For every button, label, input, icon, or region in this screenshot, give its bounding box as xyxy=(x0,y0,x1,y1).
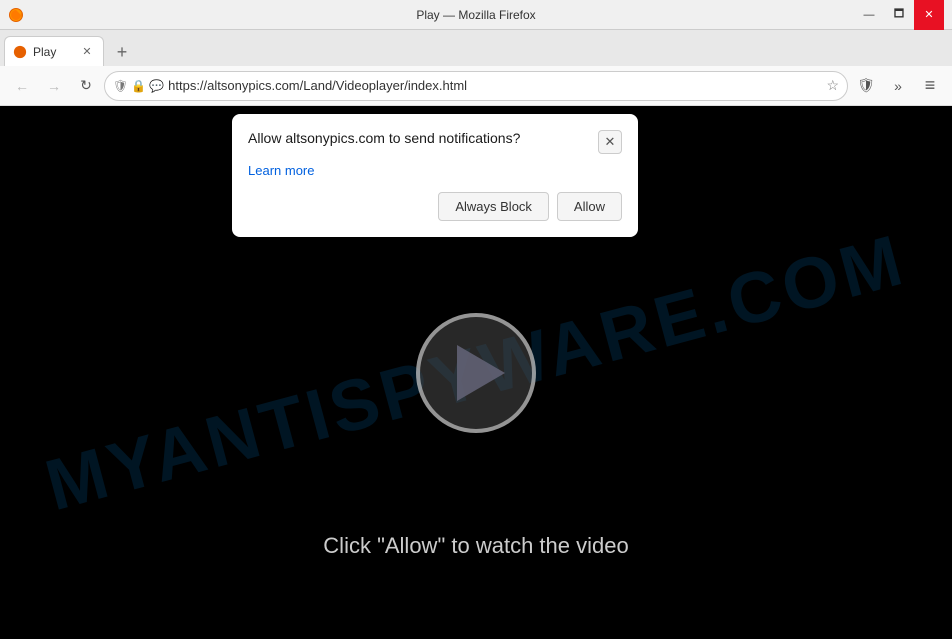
click-allow-instruction: Click "Allow" to watch the video xyxy=(323,533,628,559)
tab-close-button[interactable]: ✕ xyxy=(79,44,95,60)
address-input[interactable] xyxy=(168,78,822,93)
always-block-button[interactable]: Always Block xyxy=(438,192,549,221)
menu-button[interactable]: ≡ xyxy=(916,72,944,100)
navbar: ← → ↻ 🛡 🔒 💬 ☆ 🛡 » ≡ xyxy=(0,66,952,106)
address-bar-container: 🛡 🔒 💬 ☆ xyxy=(104,71,848,101)
popup-close-button[interactable]: ✕ xyxy=(598,130,622,154)
tab-favicon-icon xyxy=(13,45,27,59)
window-title: Play — Mozilla Firefox xyxy=(416,8,535,22)
popup-buttons: Always Block Allow xyxy=(248,192,622,221)
bookmark-star-icon[interactable]: ☆ xyxy=(826,77,839,94)
tab-title: Play xyxy=(33,45,73,59)
firefox-logo-icon xyxy=(8,7,24,23)
learn-more-link[interactable]: Learn more xyxy=(248,163,314,178)
play-button[interactable] xyxy=(416,313,536,433)
window-controls: — 🗖 ✕ xyxy=(854,0,944,30)
new-tab-button[interactable]: + xyxy=(108,38,136,66)
notification-permissions-icon: 💬 xyxy=(149,79,164,93)
close-button[interactable]: ✕ xyxy=(914,0,944,30)
popup-header: Allow altsonypics.com to send notificati… xyxy=(248,130,622,154)
shield-icon: 🛡 xyxy=(113,79,128,93)
more-tools-button[interactable]: » xyxy=(884,72,912,100)
toolbar-right: 🛡 » ≡ xyxy=(852,72,944,100)
maximize-button[interactable]: 🗖 xyxy=(884,0,914,30)
titlebar: Play — Mozilla Firefox — 🗖 ✕ xyxy=(0,0,952,30)
address-bar-icons: 🛡 🔒 💬 xyxy=(113,79,164,93)
lock-icon: 🔒 xyxy=(131,79,146,93)
play-triangle-icon xyxy=(457,345,505,401)
notification-popup: Allow altsonypics.com to send notificati… xyxy=(232,114,638,237)
active-tab[interactable]: Play ✕ xyxy=(4,36,104,66)
back-button[interactable]: ← xyxy=(8,72,36,100)
tabbar: Play ✕ + xyxy=(0,30,952,66)
forward-button[interactable]: → xyxy=(40,72,68,100)
browser-content: MYANTISPYWARE.COM Click "Allow" to watch… xyxy=(0,106,952,639)
titlebar-left xyxy=(8,7,24,23)
shield-button[interactable]: 🛡 xyxy=(852,72,880,100)
reload-button[interactable]: ↻ xyxy=(72,72,100,100)
popup-title: Allow altsonypics.com to send notificati… xyxy=(248,130,598,146)
allow-button[interactable]: Allow xyxy=(557,192,622,221)
minimize-button[interactable]: — xyxy=(854,0,884,30)
